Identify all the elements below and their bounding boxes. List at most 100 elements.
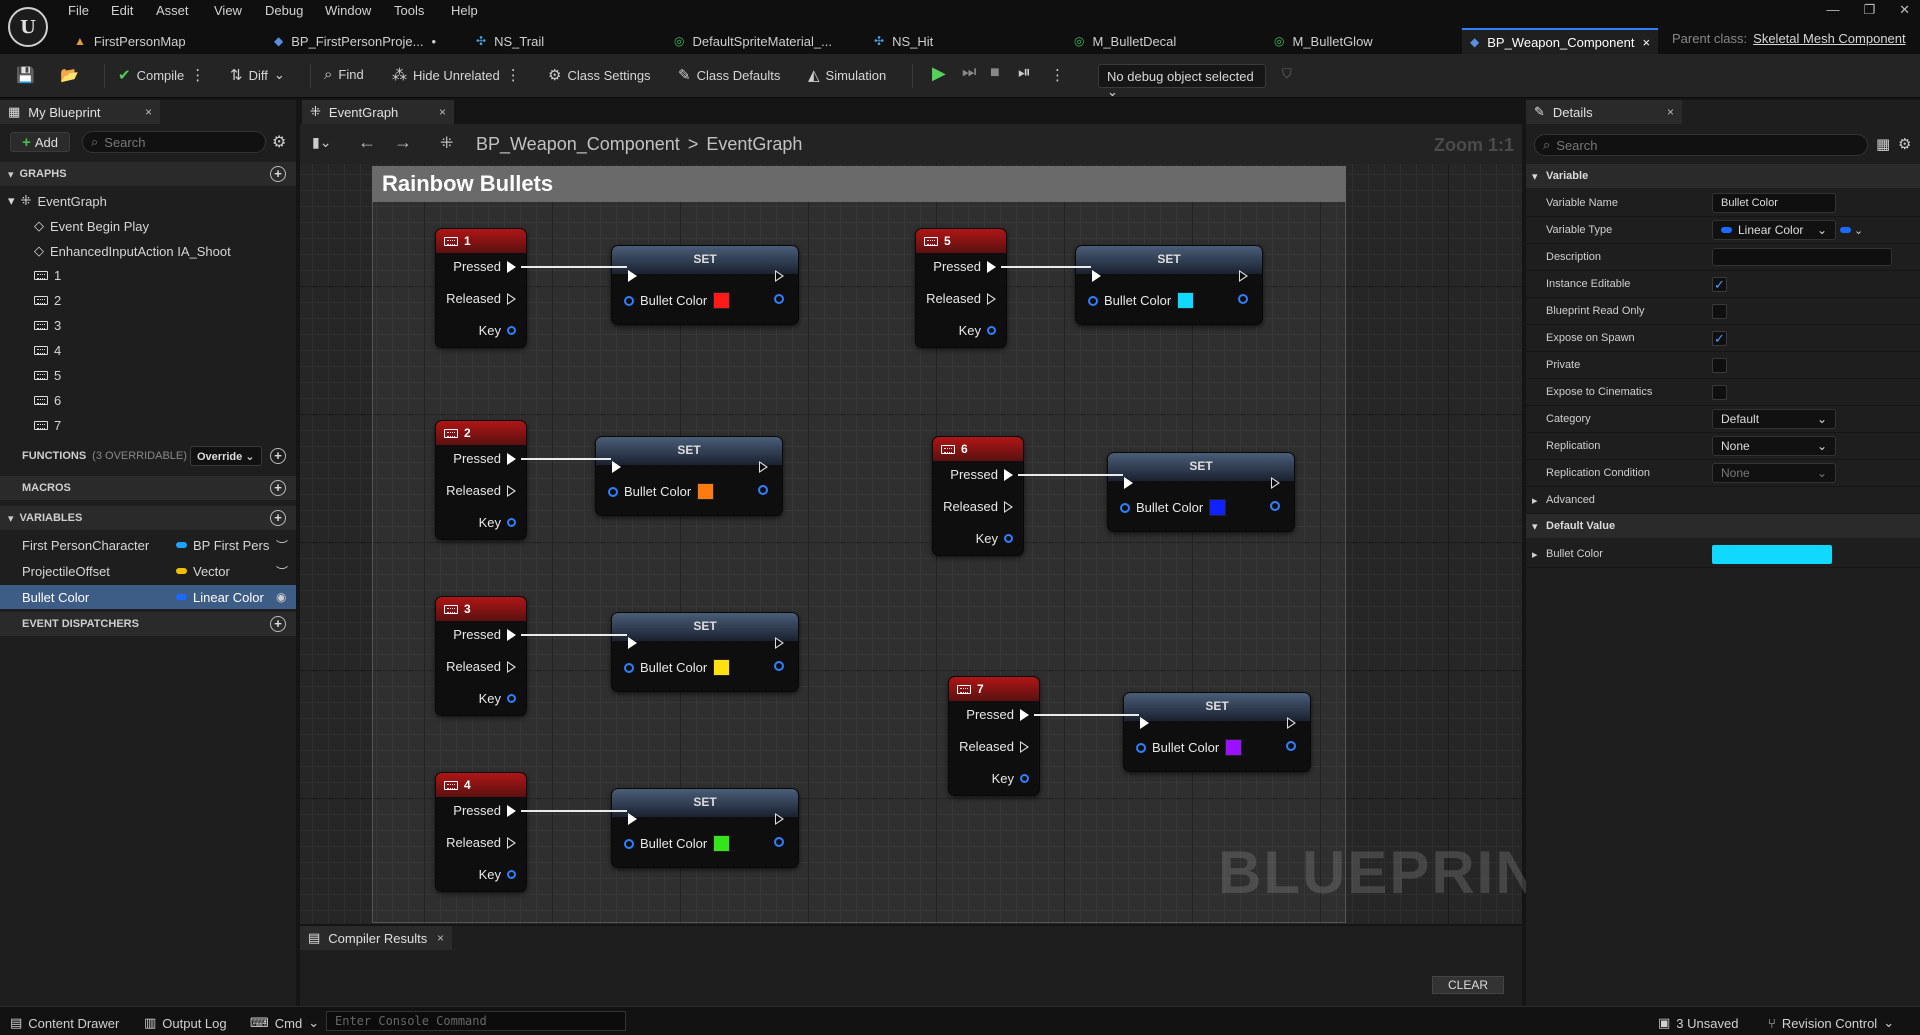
- cmd-dropdown[interactable]: ⌨ Cmd ⌄: [250, 1015, 319, 1031]
- tab-details[interactable]: ✎ Details ×: [1526, 100, 1682, 124]
- menu-window[interactable]: Window: [325, 3, 371, 18]
- expose-on-spawn-checkbox[interactable]: ✓: [1712, 330, 1727, 346]
- exec-pin-icon[interactable]: [987, 292, 996, 305]
- tab-ns-trail[interactable]: ✣ NS_Trail: [468, 28, 552, 54]
- tab-defaultspritematerial[interactable]: ◎ DefaultSpriteMaterial_...: [666, 28, 840, 54]
- graphs-section[interactable]: ▾ GRAPHS +: [0, 162, 296, 186]
- exec-out-pin-icon[interactable]: [759, 461, 768, 473]
- struct-pin-icon[interactable]: [507, 870, 516, 879]
- key-pin[interactable]: Key: [479, 323, 516, 338]
- simulation-button[interactable]: ◭ Simulation: [808, 66, 886, 84]
- color-swatch[interactable]: [697, 483, 715, 500]
- variable-row-first-personcharacter[interactable]: First PersonCharacter BP First Pers ︶: [0, 533, 296, 557]
- exec-pin-icon[interactable]: [1004, 468, 1013, 481]
- blueprint-read-only-checkbox[interactable]: [1712, 303, 1727, 319]
- close-icon[interactable]: ×: [1642, 35, 1650, 50]
- exec-pin-icon[interactable]: [507, 260, 516, 273]
- variable-row-bullet-color[interactable]: Bullet Color Linear Color ◉: [0, 585, 296, 609]
- event-dispatchers-section[interactable]: EVENT DISPATCHERS +: [0, 612, 296, 636]
- class-settings-button[interactable]: ⚙ Class Settings: [548, 66, 651, 84]
- exec-pin-icon[interactable]: [1020, 740, 1029, 753]
- exec-pin-icon[interactable]: [507, 804, 516, 817]
- menu-file[interactable]: File: [68, 3, 89, 18]
- debug-filter-icon[interactable]: ⛉: [1282, 66, 1292, 82]
- key-pin[interactable]: Key: [479, 691, 516, 706]
- tab-my-blueprint[interactable]: ▦ My Blueprint ×: [0, 100, 160, 124]
- tab-m-bulletdecal[interactable]: ◎ M_BulletDecal: [1066, 28, 1184, 54]
- released-pin[interactable]: Released: [959, 739, 1029, 754]
- pressed-pin[interactable]: Pressed: [453, 803, 516, 818]
- tab-bp-weapon-component[interactable]: ◆ BP_Weapon_Component ×: [1462, 28, 1659, 54]
- bullet-color-swatch[interactable]: [1712, 544, 1832, 564]
- menu-help[interactable]: Help: [451, 3, 478, 18]
- menu-view[interactable]: View: [214, 3, 242, 18]
- minimize-icon[interactable]: —: [1826, 2, 1839, 18]
- exec-in-pin-icon[interactable]: [1140, 717, 1149, 729]
- color-swatch[interactable]: [713, 659, 731, 676]
- instance-editable-checkbox[interactable]: ✓: [1712, 276, 1727, 292]
- variable-type-dropdown[interactable]: Linear Color ⌄: [1712, 220, 1836, 240]
- tree-key-3[interactable]: 3: [34, 318, 61, 333]
- set-variable-node[interactable]: SET Bullet Color: [1123, 692, 1311, 772]
- class-defaults-button[interactable]: ✎ Class Defaults: [678, 66, 780, 84]
- color-pin-icon[interactable]: [1136, 742, 1146, 753]
- keyboard-event-node[interactable]: 5 Pressed Released Key: [915, 228, 1007, 348]
- released-pin[interactable]: Released: [446, 835, 516, 850]
- eye-open-icon[interactable]: ◉: [276, 590, 286, 604]
- find-button[interactable]: ⌕ Find: [324, 66, 364, 83]
- pressed-pin[interactable]: Pressed: [933, 259, 996, 274]
- menu-debug[interactable]: Debug: [265, 3, 303, 18]
- revision-control-button[interactable]: ⑂ Revision Control ⌄: [1768, 1015, 1894, 1031]
- keyboard-event-node[interactable]: 1 Pressed Released Key: [435, 228, 527, 348]
- color-swatch[interactable]: [1209, 499, 1227, 516]
- exec-out-pin-icon[interactable]: [775, 270, 784, 282]
- set-variable-node[interactable]: SET Bullet Color: [1107, 452, 1295, 532]
- pressed-pin[interactable]: Pressed: [453, 259, 516, 274]
- color-pin-icon[interactable]: [624, 295, 634, 306]
- close-window-icon[interactable]: ✕: [1899, 2, 1910, 18]
- released-pin[interactable]: Released: [446, 659, 516, 674]
- color-pin-icon[interactable]: [624, 662, 634, 673]
- close-icon[interactable]: ×: [1667, 105, 1674, 119]
- tab-bp-firstpersonprojectile[interactable]: ◆ BP_FirstPersonProje... •: [266, 28, 444, 54]
- set-variable-node[interactable]: SET Bullet Color: [611, 788, 799, 868]
- struct-pin-icon[interactable]: [1004, 534, 1013, 543]
- compile-button[interactable]: ✔ Compile ⋮: [118, 66, 205, 84]
- key-pin[interactable]: Key: [992, 771, 1029, 786]
- menu-tools[interactable]: Tools: [394, 3, 424, 18]
- restore-icon[interactable]: ❐: [1863, 2, 1875, 18]
- play-icon[interactable]: ▶: [932, 63, 946, 84]
- variables-section[interactable]: ▾ VARIABLES +: [0, 506, 296, 530]
- settings-gear-icon[interactable]: ⚙: [272, 132, 286, 152]
- hide-unrelated-button[interactable]: ⁂ Hide Unrelated ⋮: [392, 66, 521, 84]
- exec-out-pin-icon[interactable]: [1271, 477, 1280, 489]
- exec-in-pin-icon[interactable]: [1124, 477, 1133, 489]
- variable-row-projectileoffset[interactable]: ProjectileOffset Vector ︶: [0, 559, 296, 583]
- exec-in-pin-icon[interactable]: [628, 270, 637, 282]
- pressed-pin[interactable]: Pressed: [966, 707, 1029, 722]
- menu-asset[interactable]: Asset: [156, 3, 189, 18]
- color-pin-icon[interactable]: [624, 838, 634, 849]
- tab-firstpersonmap[interactable]: ▲ FirstPersonMap: [66, 28, 194, 54]
- exec-in-pin-icon[interactable]: [628, 637, 637, 649]
- key-pin[interactable]: Key: [959, 323, 996, 338]
- tab-compiler-results[interactable]: ▤ Compiler Results ×: [300, 926, 452, 950]
- key-pin[interactable]: Key: [479, 515, 516, 530]
- eject-icon[interactable]: ⏯: [1018, 64, 1031, 82]
- keyboard-event-node[interactable]: 7 Pressed Released Key: [948, 676, 1040, 796]
- released-pin[interactable]: Released: [446, 483, 516, 498]
- color-swatch[interactable]: [713, 292, 731, 309]
- breadcrumb-root[interactable]: BP_Weapon_Component: [476, 134, 680, 155]
- diff-button[interactable]: ⇅ Diff ⌄: [230, 66, 285, 84]
- color-out-pin-icon[interactable]: [1238, 294, 1248, 304]
- add-macro-icon[interactable]: +: [270, 480, 286, 496]
- more-options-icon[interactable]: ⋮: [190, 66, 205, 84]
- comment-title[interactable]: Rainbow Bullets: [372, 166, 1346, 202]
- tree-key-2[interactable]: 2: [34, 293, 61, 308]
- color-out-pin-icon[interactable]: [774, 837, 784, 847]
- pressed-pin[interactable]: Pressed: [453, 627, 516, 642]
- struct-pin-icon[interactable]: [987, 326, 996, 335]
- browse-icon[interactable]: 📂: [60, 66, 79, 84]
- exec-pin-icon[interactable]: [1020, 708, 1029, 721]
- exec-pin-icon[interactable]: [507, 628, 516, 641]
